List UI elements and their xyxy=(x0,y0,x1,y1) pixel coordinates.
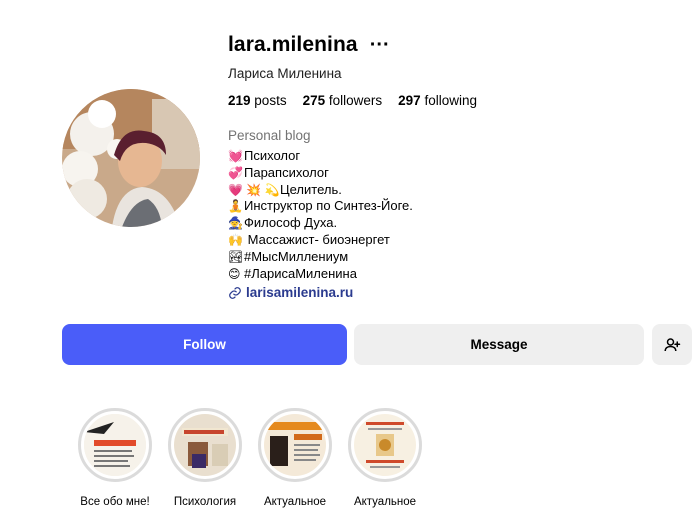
highlight-item[interactable]: Психология xyxy=(165,408,245,508)
add-user-icon xyxy=(664,337,681,351)
following-stat[interactable]: 297 following xyxy=(398,93,477,108)
profile-category: Personal blog xyxy=(228,128,311,143)
link-icon xyxy=(229,286,241,299)
follow-button[interactable]: Follow xyxy=(62,324,347,365)
full-name: Лариса Миленина xyxy=(228,66,342,81)
highlight-label: Актуальное xyxy=(353,496,417,508)
suggest-users-button[interactable] xyxy=(652,324,692,365)
message-button[interactable]: Message xyxy=(354,324,644,365)
highlight-cover xyxy=(78,408,152,482)
avatar-image xyxy=(62,89,200,227)
username: lara.milenina xyxy=(228,33,358,56)
highlight-label: Психология xyxy=(173,496,237,508)
bio-line: 🧘Инструктор по Синтез-Йоге. xyxy=(228,198,413,214)
highlight-item[interactable]: Актуальное xyxy=(345,408,425,508)
profile-bio: 💓Психолог 💞Парапсихолог 💗 💥 💫Целитель. 🧘… xyxy=(228,148,413,282)
profile-link[interactable]: larisamilenina.ru xyxy=(228,285,353,300)
highlight-item[interactable]: Актуальное xyxy=(255,408,335,508)
highlight-item[interactable]: Все обо мне! xyxy=(75,408,155,508)
bio-line: 💓Психолог xyxy=(228,148,301,163)
followers-stat[interactable]: 275 followers xyxy=(303,93,383,108)
bio-line: 🧙Философ Духа. xyxy=(228,215,338,231)
more-options-icon[interactable]: ··· xyxy=(370,35,390,55)
profile-link-text: larisamilenina.ru xyxy=(246,285,354,300)
bio-line: 💗 💥 💫Целитель. xyxy=(228,181,342,197)
highlight-label: Все обо мне! xyxy=(80,496,150,508)
bio-line: 🏞#МысМиллениум xyxy=(228,248,349,264)
highlight-cover xyxy=(348,408,422,482)
bio-line: 😊 #ЛарисаМиленина xyxy=(228,265,357,281)
posts-stat: 219 posts xyxy=(228,93,287,108)
bio-line: 💞Парапсихолог xyxy=(228,164,329,180)
bio-line: 🙌 Массажист- биоэнергет xyxy=(228,231,390,247)
profile-avatar[interactable] xyxy=(62,89,200,227)
highlight-label: Актуальное xyxy=(263,496,327,508)
highlight-cover xyxy=(168,408,242,482)
highlight-cover xyxy=(258,408,332,482)
profile-stats: 219 posts 275 followers 297 following xyxy=(228,93,477,108)
